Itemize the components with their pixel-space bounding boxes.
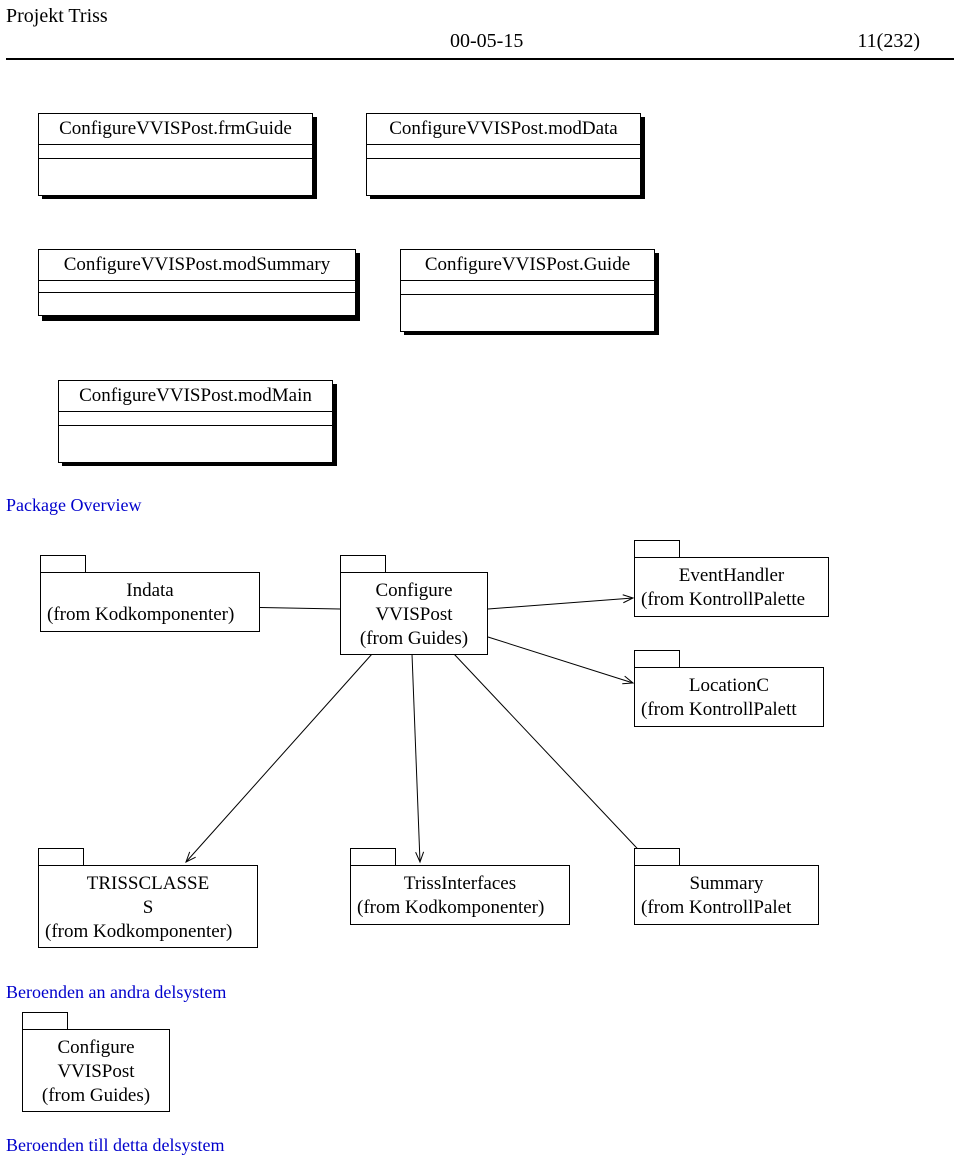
class-compartment (39, 145, 312, 159)
package-name: TrissInterfaces (357, 872, 563, 896)
class-name: ConfigureVVISPost.Guide (401, 250, 654, 281)
package-tab (350, 848, 396, 866)
package-from: (from KontrollPalet (641, 896, 812, 920)
section-beroenden-andra: Beroenden an andra delsystem (6, 982, 226, 1003)
package-from: (from Guides) (29, 1084, 163, 1108)
section-package-overview: Package Overview (6, 495, 141, 516)
class-compartment (59, 426, 332, 462)
package-name2: VVISPost (29, 1060, 163, 1084)
package-body: LocationC (from KontrollPalett (634, 667, 824, 727)
class-compartment (401, 281, 654, 295)
class-compartment (367, 159, 640, 195)
header-title: Projekt Triss (6, 5, 108, 28)
package-tab (634, 540, 680, 558)
package-body: TRISSCLASSE S (from Kodkomponenter) (38, 865, 258, 948)
header-rule (6, 58, 954, 60)
package-name: Indata (47, 579, 253, 603)
class-box-guide: ConfigureVVISPost.Guide (400, 249, 655, 332)
class-compartment (39, 293, 355, 315)
package-body: Summary (from KontrollPalet (634, 865, 819, 925)
class-box-frmguide: ConfigureVVISPost.frmGuide (38, 113, 313, 196)
package-from: (from Kodkomponenter) (45, 920, 251, 944)
package-tab (22, 1012, 68, 1030)
package-from: (from KontrollPalette (641, 588, 822, 612)
package-tab (340, 555, 386, 573)
class-box-modsummary: ConfigureVVISPost.modSummary (38, 249, 356, 316)
package-body: Configure VVISPost (from Guides) (22, 1029, 170, 1112)
package-from: (from KontrollPalett (641, 698, 817, 722)
section-beroenden-till: Beroenden till detta delsystem (6, 1135, 224, 1156)
package-name: LocationC (641, 674, 817, 698)
package-tab (40, 555, 86, 573)
package-body: Indata (from Kodkomponenter) (40, 572, 260, 632)
class-compartment (39, 281, 355, 293)
class-name: ConfigureVVISPost.modMain (59, 381, 332, 412)
class-box-moddata: ConfigureVVISPost.modData (366, 113, 641, 196)
package-tab (38, 848, 84, 866)
package-from: (from Guides) (347, 627, 481, 651)
package-tab (634, 650, 680, 668)
class-compartment (367, 145, 640, 159)
header-date: 00-05-15 (450, 30, 523, 53)
package-name2: S (45, 896, 251, 920)
class-name: ConfigureVVISPost.modSummary (39, 250, 355, 281)
package-name: Configure (347, 579, 481, 603)
class-compartment (59, 412, 332, 426)
package-name: Summary (641, 872, 812, 896)
package-from: (from Kodkomponenter) (47, 603, 253, 627)
package-name: Configure (29, 1036, 163, 1060)
class-compartment (401, 295, 654, 331)
package-name: TRISSCLASSE (45, 872, 251, 896)
package-name: EventHandler (641, 564, 822, 588)
class-name: ConfigureVVISPost.frmGuide (39, 114, 312, 145)
class-compartment (39, 159, 312, 195)
package-tab (634, 848, 680, 866)
package-from: (from Kodkomponenter) (357, 896, 563, 920)
package-body: Configure VVISPost (from Guides) (340, 572, 488, 655)
package-body: EventHandler (from KontrollPalette (634, 557, 829, 617)
header-page: 11(232) (857, 30, 920, 53)
class-box-modmain: ConfigureVVISPost.modMain (58, 380, 333, 463)
class-name: ConfigureVVISPost.modData (367, 114, 640, 145)
package-name2: VVISPost (347, 603, 481, 627)
package-body: TrissInterfaces (from Kodkomponenter) (350, 865, 570, 925)
